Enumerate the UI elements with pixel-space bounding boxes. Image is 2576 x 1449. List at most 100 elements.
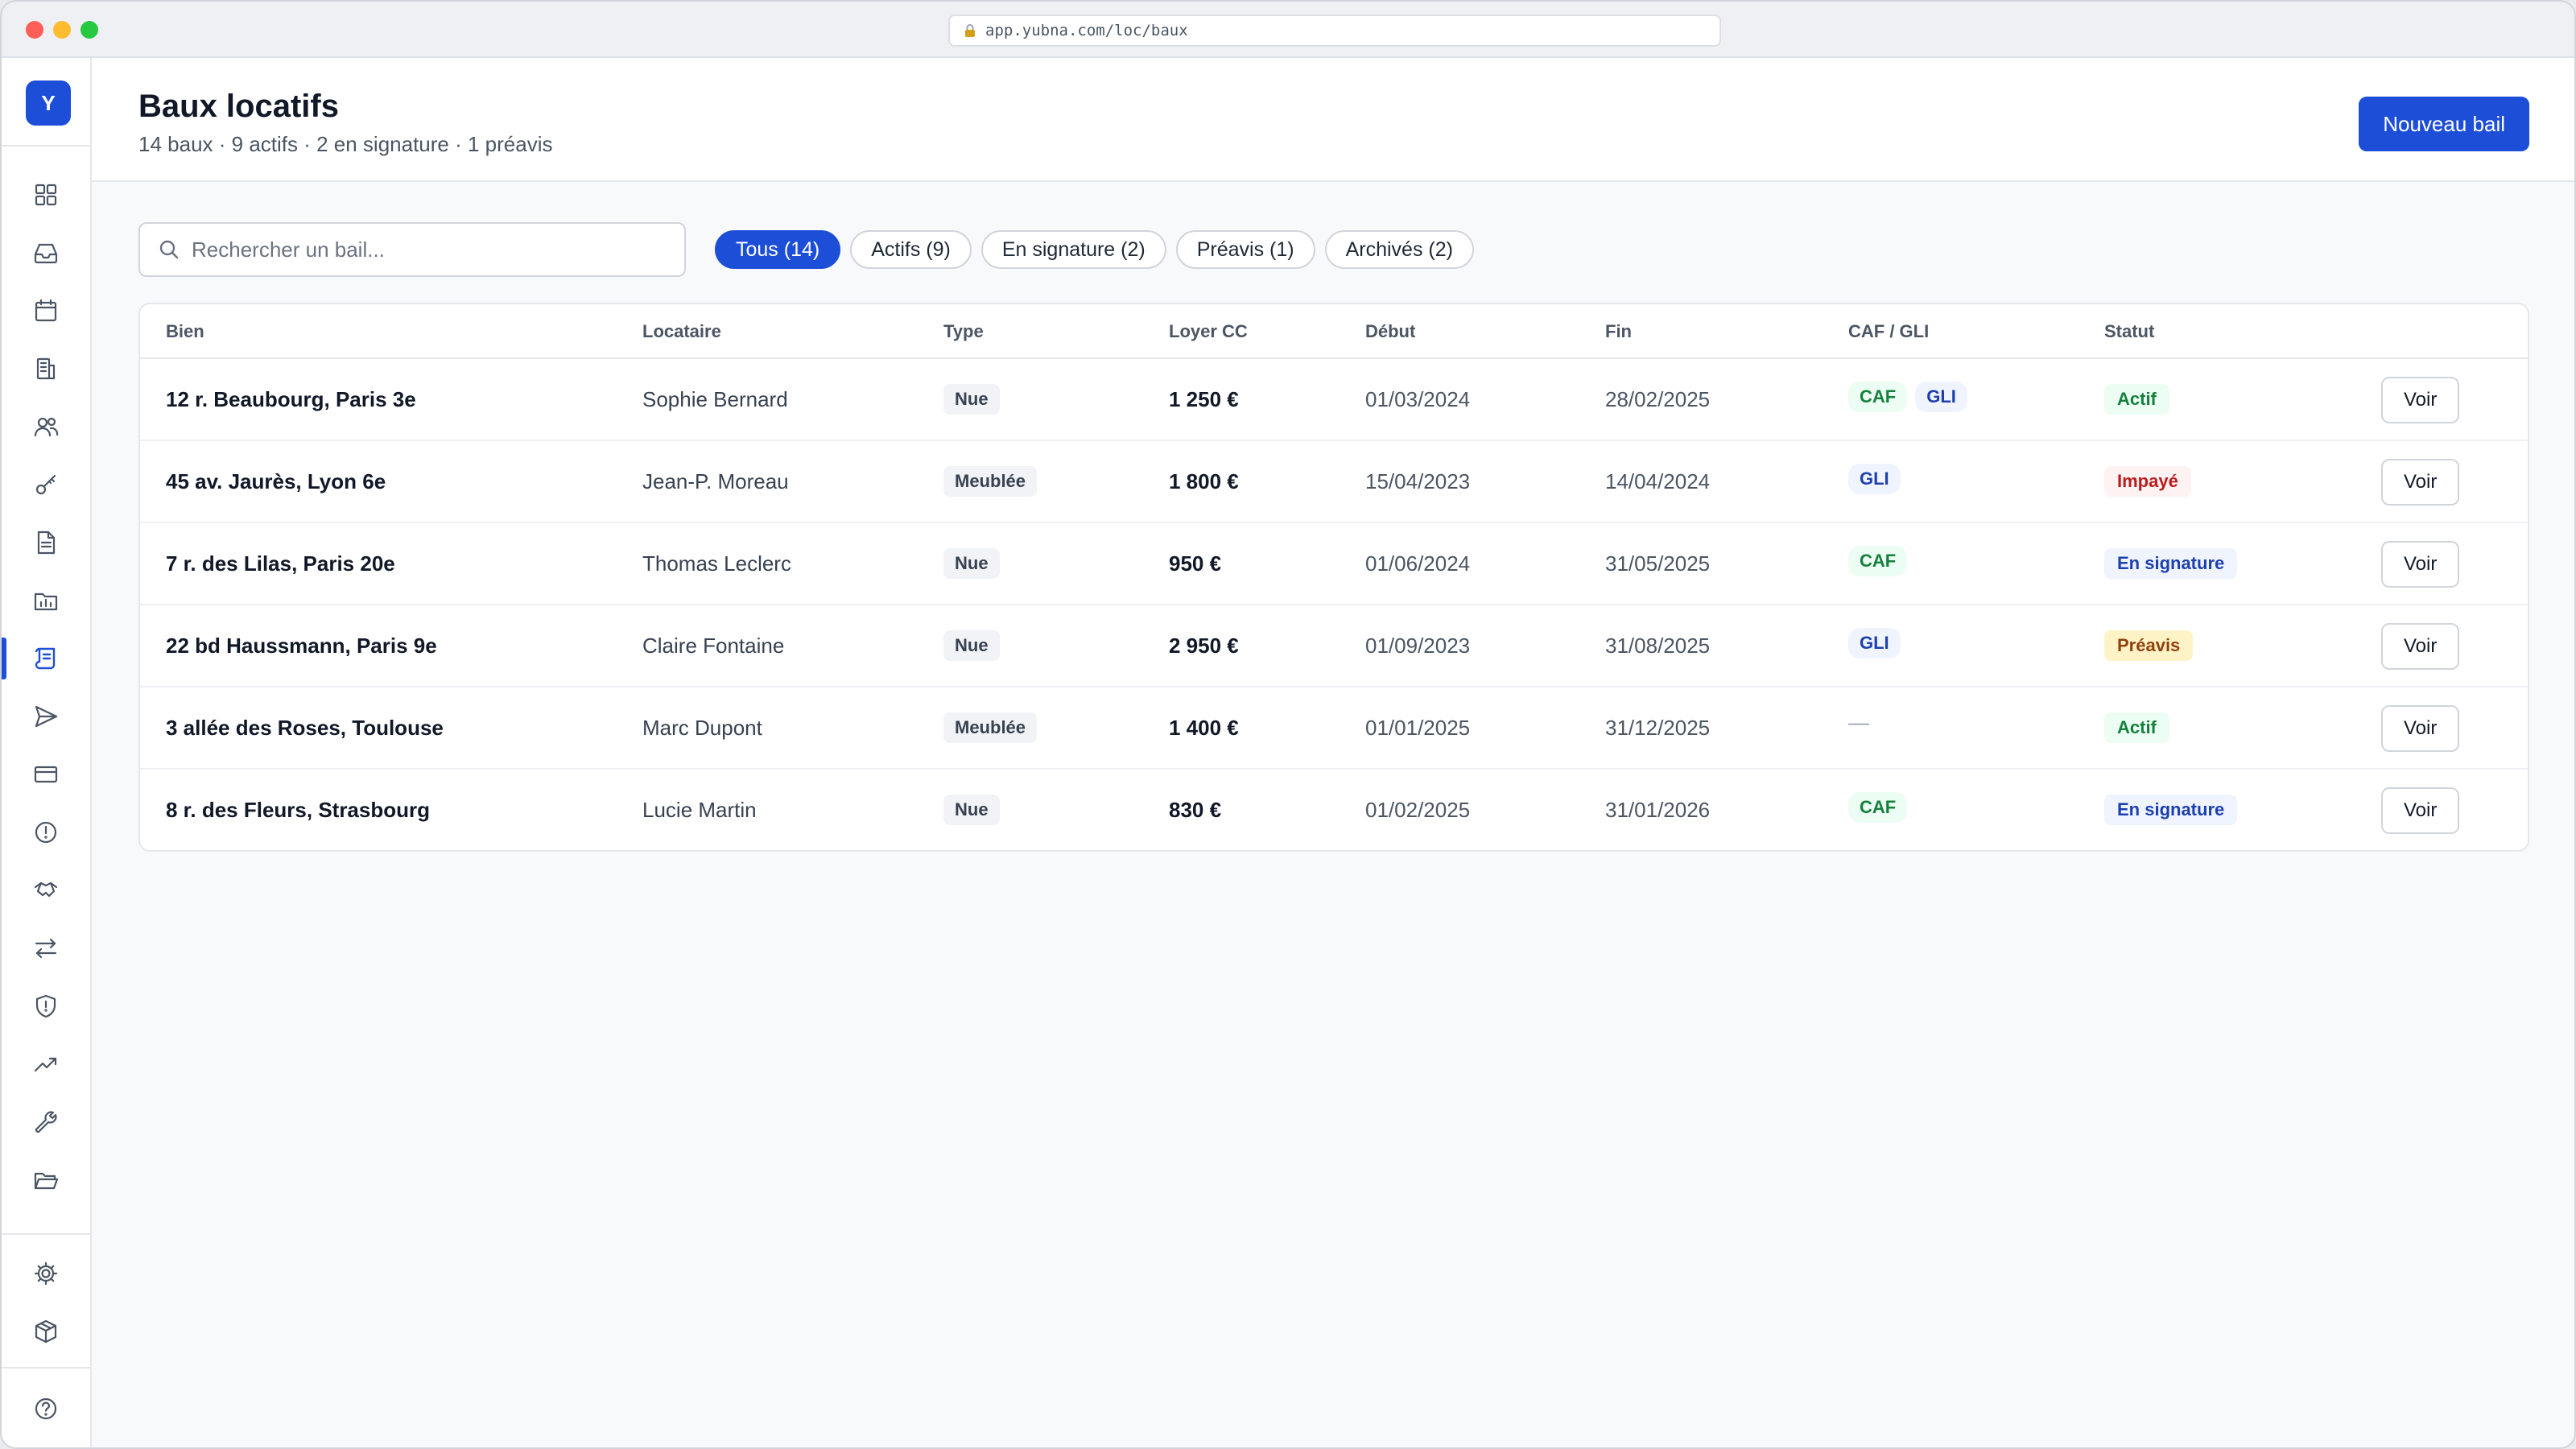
- sidebar-item-key[interactable]: [2, 459, 90, 510]
- maximize-window-button[interactable]: [80, 21, 98, 39]
- address-bar[interactable]: app.yubna.com/loc/baux: [948, 14, 1721, 47]
- sidebar-item-transfer-arrows[interactable]: [2, 923, 90, 974]
- gli-tag: GLI: [1915, 382, 1967, 412]
- column-header[interactable]: Début: [1365, 304, 1415, 359]
- sidebar-item-dashboard[interactable]: [2, 169, 90, 221]
- type-badge: Nue: [943, 548, 1000, 579]
- filter-chip[interactable]: En signature (2): [980, 230, 1166, 269]
- table-row[interactable]: 22 bd Haussmann, Paris 9e Claire Fontaine…: [140, 605, 2528, 687]
- sidebar-item-document[interactable]: [2, 517, 90, 568]
- search-input[interactable]: [192, 237, 675, 262]
- cell-status: Préavis: [2104, 605, 2194, 686]
- column-header[interactable]: Statut: [2104, 304, 2154, 359]
- users-icon: [34, 417, 59, 437]
- help-icon: [35, 1397, 57, 1420]
- sidebar-item-lease-scroll[interactable]: [2, 633, 90, 684]
- cell-tenant: Marc Dupont: [642, 715, 762, 740]
- cell-end-date: 28/02/2025: [1605, 386, 1711, 411]
- view-lease-button[interactable]: Voir: [2381, 705, 2460, 752]
- cell-caf-gli: CAF GLI: [1848, 359, 1967, 440]
- column-header[interactable]: CAF / GLI: [1848, 304, 1929, 359]
- sidebar-item-help[interactable]: [2, 1383, 90, 1435]
- table-row[interactable]: 3 allée des Roses, Toulouse Marc Dupont Me…: [140, 687, 2528, 770]
- view-lease-button[interactable]: Voir: [2381, 541, 2460, 588]
- column-header[interactable]: Loyer CC: [1169, 304, 1248, 359]
- filter-chip[interactable]: Archivés (2): [1324, 230, 1474, 269]
- dashboard-icon: [35, 184, 57, 206]
- sidebar-item-inbox[interactable]: [2, 227, 90, 279]
- sidebar-item-package[interactable]: [2, 1306, 90, 1357]
- cell-end-date: 31/01/2026: [1605, 797, 1711, 822]
- cell-status: Actif: [2104, 687, 2169, 768]
- gli-tag: GLI: [1848, 464, 1901, 494]
- cell-property: 8 r. des Fleurs, Strasbourg: [166, 797, 430, 822]
- view-lease-button[interactable]: Voir: [2381, 787, 2460, 834]
- sidebar-item-trending-up[interactable]: [2, 1038, 90, 1090]
- type-badge: Nue: [943, 384, 1000, 415]
- status-badge: Impayé: [2104, 466, 2191, 497]
- view-lease-button[interactable]: Voir: [2381, 623, 2460, 670]
- cell-status: Actif: [2104, 359, 2169, 440]
- filter-chip[interactable]: Actifs (9): [850, 230, 972, 269]
- cell-type: Nue: [943, 605, 1000, 686]
- cell-tenant: Claire Fontaine: [642, 633, 785, 658]
- cell-type: Meublée: [943, 687, 1038, 768]
- close-window-button[interactable]: [26, 21, 43, 39]
- sidebar-item-users[interactable]: [2, 401, 90, 452]
- page-subtitle: 14 baux · 9 actifs · 2 en signature · 1 …: [138, 132, 553, 156]
- cell-caf-gli: CAF: [1848, 770, 1908, 850]
- type-badge: Meublée: [943, 712, 1038, 743]
- browser-window: app.yubna.com/loc/baux Y Baux locatifs 1…: [0, 0, 2576, 1449]
- sidebar-item-building[interactable]: [2, 343, 90, 394]
- sidebar-item-folder-chart[interactable]: [2, 575, 90, 626]
- cell-property: 12 r. Beaubourg, Paris 3e: [166, 386, 416, 411]
- sidebar-item-calendar[interactable]: [2, 285, 90, 336]
- cell-rent: 1 250 €: [1169, 386, 1239, 411]
- view-lease-button[interactable]: Voir: [2381, 459, 2460, 506]
- table-row[interactable]: 8 r. des Fleurs, Strasbourg Lucie Martin N…: [140, 770, 2528, 850]
- column-header[interactable]: Locataire: [642, 304, 721, 359]
- column-header[interactable]: Fin: [1605, 304, 1632, 359]
- cell-status: En signature: [2104, 770, 2238, 850]
- cell-rent: 950 €: [1169, 551, 1222, 576]
- status-badge: En signature: [2104, 795, 2238, 825]
- sidebar-item-alert-circle[interactable]: [2, 807, 90, 858]
- inbox-icon: [34, 243, 58, 264]
- cell-property: 3 allée des Roses, Toulouse: [166, 715, 444, 740]
- sidebar-item-wrench[interactable]: [2, 1096, 90, 1148]
- minimize-window-button[interactable]: [53, 21, 71, 39]
- wrench-icon: [35, 1111, 57, 1133]
- table-row[interactable]: 12 r. Beaubourg, Paris 3e Sophie Bernard N…: [140, 359, 2528, 441]
- cell-tenant: Lucie Martin: [642, 797, 757, 822]
- sidebar-item-handshake[interactable]: [2, 865, 90, 916]
- table-row[interactable]: 7 r. des Lilas, Paris 20e Thomas Leclerc N…: [140, 523, 2528, 605]
- sidebar-item-gear[interactable]: [2, 1248, 90, 1299]
- caf-tag: CAF: [1848, 546, 1908, 576]
- cell-type: Nue: [943, 359, 1000, 440]
- cell-caf-gli: —: [1848, 687, 1869, 768]
- column-header[interactable]: Type: [943, 304, 984, 359]
- view-lease-button[interactable]: Voir: [2381, 377, 2460, 423]
- search-box[interactable]: [138, 222, 686, 277]
- lease-scroll-icon: [35, 647, 56, 670]
- sidebar-item-shield[interactable]: [2, 980, 90, 1032]
- new-lease-button[interactable]: Nouveau bail: [2359, 97, 2529, 151]
- cell-start-date: 01/09/2023: [1365, 633, 1471, 658]
- cell-end-date: 31/08/2025: [1605, 633, 1711, 658]
- cell-tenant: Jean-P. Moreau: [642, 469, 789, 493]
- column-header[interactable]: Bien: [166, 304, 204, 359]
- table-row[interactable]: 45 av. Jaurès, Lyon 6e Jean-P. Moreau Meub…: [140, 441, 2528, 523]
- trending-up-icon: [34, 1057, 57, 1072]
- title-bar: app.yubna.com/loc/baux: [2, 2, 2574, 58]
- app-logo[interactable]: Y: [26, 80, 71, 126]
- cell-rent: 830 €: [1169, 797, 1222, 822]
- filter-chip[interactable]: Tous (14): [715, 230, 841, 269]
- url-text: app.yubna.com/loc/baux: [985, 22, 1188, 39]
- gear-icon: [34, 1261, 58, 1286]
- sidebar-item-credit-card[interactable]: [2, 749, 90, 800]
- search-icon: [159, 240, 179, 259]
- sidebar-item-send[interactable]: [2, 691, 90, 742]
- filter-chip[interactable]: Préavis (1): [1175, 230, 1315, 269]
- caf-tag: CAF: [1848, 792, 1908, 823]
- sidebar-item-folder-open[interactable]: [2, 1154, 90, 1206]
